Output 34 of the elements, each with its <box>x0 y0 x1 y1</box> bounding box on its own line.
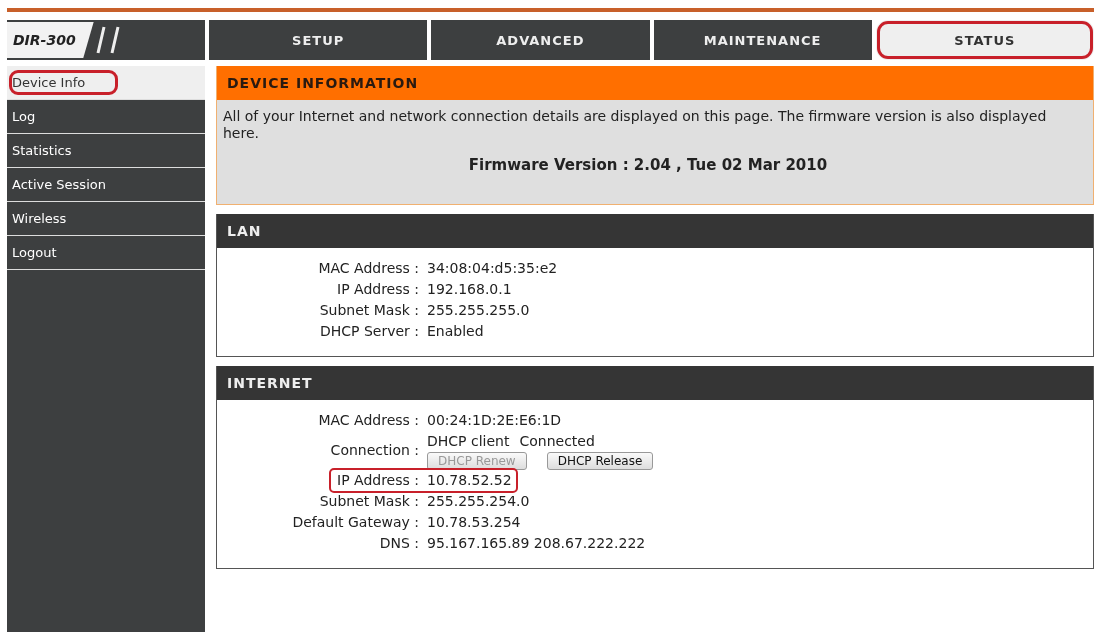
sidebar-item[interactable]: Device Info <box>7 66 205 100</box>
section-header: INTERNET <box>217 366 1093 400</box>
section-header: DEVICE INFORMATION <box>217 66 1093 100</box>
slashes-icon <box>95 25 122 55</box>
connection-status: Connected <box>519 432 595 451</box>
dhcp-button[interactable]: DHCP Release <box>546 452 654 470</box>
field-value: 34:08:04:d5:35:e2 <box>427 259 558 278</box>
logo-text: DIR-300 <box>7 22 94 58</box>
field-label: Connection : <box>330 441 419 460</box>
field-label: DHCP Server : <box>319 322 419 341</box>
field-label: IP Address : <box>337 280 419 299</box>
firmware-version: Firmware Version : 2.04 , Tue 02 Mar 2010 <box>467 156 829 174</box>
field-value: 00:24:1D:2E:E6:1D <box>427 411 562 430</box>
description: All of your Internet and network connection details are displayed on this page. The firmware version is also displayed here. <box>223 108 1048 142</box>
field-label: MAC Address : <box>318 411 419 430</box>
section-header: LAN <box>217 214 1093 248</box>
field-label: DNS : <box>379 534 419 553</box>
field-value: 10.78.53.254 <box>427 513 521 532</box>
field-label: IP Address : <box>337 471 419 490</box>
field-value: 255.255.255.0 <box>427 301 530 320</box>
nav-tab[interactable]: STATUS <box>875 20 1094 60</box>
field-label: MAC Address : <box>318 259 419 278</box>
field-value: 255.255.254.0 <box>427 492 530 511</box>
field-value: Enabled <box>427 322 484 341</box>
field-value: 95.167.165.89 208.67.222.222 <box>427 534 646 553</box>
field-value: 192.168.0.1 <box>427 280 512 299</box>
nav-tab[interactable]: SETUP <box>209 20 428 60</box>
field-value: DHCP client <box>427 432 510 451</box>
field-value: 10.78.52.52 <box>427 471 512 490</box>
field-label: Subnet Mask : <box>319 492 419 511</box>
nav-tab[interactable]: MAINTENANCE <box>653 20 872 60</box>
nav-tab[interactable]: ADVANCED <box>431 20 650 60</box>
field-label: Default Gateway : <box>292 513 419 532</box>
field-label: Subnet Mask : <box>319 301 419 320</box>
